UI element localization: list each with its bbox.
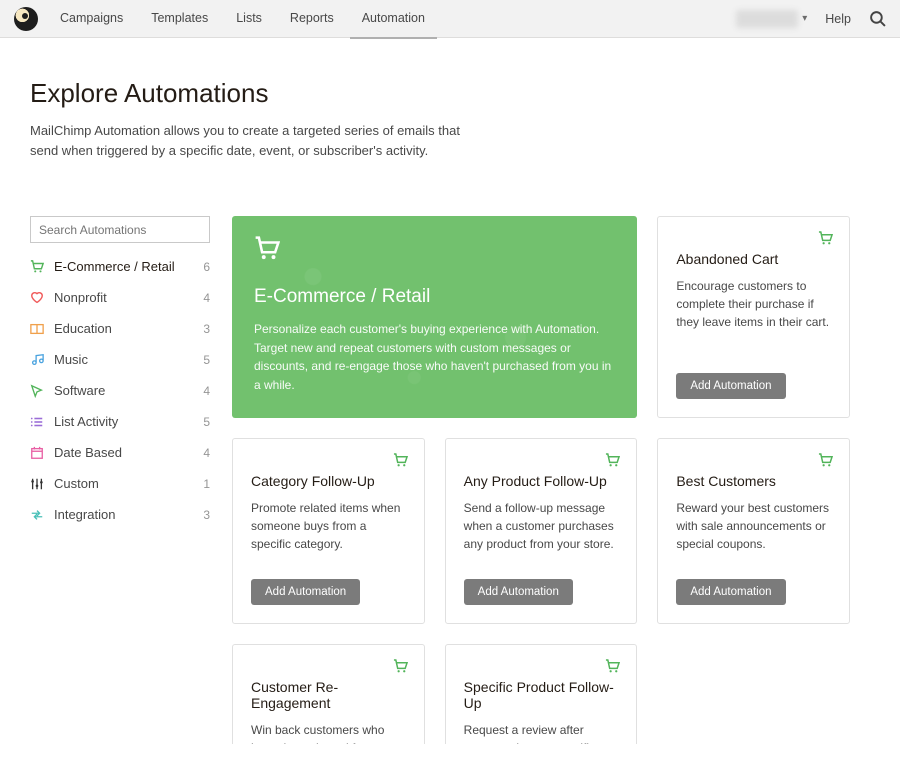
hero-title: E-Commerce / Retail xyxy=(254,286,615,308)
book-icon xyxy=(30,322,44,336)
category-count: 4 xyxy=(203,446,210,460)
category-sliders[interactable]: Custom 1 xyxy=(30,468,210,499)
cart-icon xyxy=(30,260,44,274)
add-automation-button[interactable]: Add Automation xyxy=(676,579,785,605)
cart-icon xyxy=(605,453,620,468)
card-title: Any Product Follow-Up xyxy=(464,473,619,489)
category-cart[interactable]: E-Commerce / Retail 6 xyxy=(30,251,210,282)
category-book[interactable]: Education 3 xyxy=(30,313,210,344)
card-title: Best Customers xyxy=(676,473,831,489)
nav-lists[interactable]: Lists xyxy=(224,0,274,39)
card-desc: Request a review after someone buys a sp… xyxy=(464,721,619,744)
category-label: List Activity xyxy=(54,414,203,429)
automation-card: Category Follow-Up Promote related items… xyxy=(232,438,425,624)
cursor-icon xyxy=(30,384,44,398)
music-icon xyxy=(30,353,44,367)
card-desc: Send a follow-up message when a customer… xyxy=(464,499,619,565)
category-arrows[interactable]: Integration 3 xyxy=(30,499,210,530)
sidebar: E-Commerce / Retail 6 Nonprofit 4 Educat… xyxy=(30,216,210,530)
calendar-icon xyxy=(30,446,44,460)
search-icon[interactable] xyxy=(869,10,886,27)
cart-icon xyxy=(393,659,408,674)
mailchimp-logo[interactable] xyxy=(14,7,38,31)
account-menu[interactable] xyxy=(736,10,798,28)
chevron-down-icon[interactable]: ▾ xyxy=(802,13,807,24)
hero-desc: Personalize each customer's buying exper… xyxy=(254,320,615,394)
page-subtitle: MailChimp Automation allows you to creat… xyxy=(30,121,460,160)
top-header: Campaigns Templates Lists Reports Automa… xyxy=(0,0,900,38)
nav-campaigns[interactable]: Campaigns xyxy=(48,0,135,39)
category-label: Music xyxy=(54,352,203,367)
nav-automation[interactable]: Automation xyxy=(350,0,437,39)
category-label: E-Commerce / Retail xyxy=(54,259,203,274)
category-calendar[interactable]: Date Based 4 xyxy=(30,437,210,468)
category-label: Education xyxy=(54,321,203,336)
automation-card: Customer Re-Engagement Win back customer… xyxy=(232,644,425,744)
category-label: Software xyxy=(54,383,203,398)
card-desc: Promote related items when someone buys … xyxy=(251,499,406,565)
automation-card: Any Product Follow-Up Send a follow-up m… xyxy=(445,438,638,624)
category-cursor[interactable]: Software 4 xyxy=(30,375,210,406)
cart-icon xyxy=(605,659,620,674)
category-count: 4 xyxy=(203,291,210,305)
list-icon xyxy=(30,415,44,429)
help-link[interactable]: Help xyxy=(825,12,851,26)
arrows-icon xyxy=(30,508,44,522)
category-label: Custom xyxy=(54,476,203,491)
category-count: 3 xyxy=(203,322,210,336)
card-desc: Win back customers who haven't purchased… xyxy=(251,721,406,744)
cart-icon xyxy=(818,453,833,468)
nav-templates[interactable]: Templates xyxy=(139,0,220,39)
page-title: Explore Automations xyxy=(30,78,850,109)
cart-icon xyxy=(254,236,280,262)
category-label: Date Based xyxy=(54,445,203,460)
main-nav: Campaigns Templates Lists Reports Automa… xyxy=(48,0,437,39)
automation-card: Abandoned Cart Encourage customers to co… xyxy=(657,216,850,418)
cart-icon xyxy=(818,231,833,246)
category-heart[interactable]: Nonprofit 4 xyxy=(30,282,210,313)
category-list[interactable]: List Activity 5 xyxy=(30,406,210,437)
search-input[interactable] xyxy=(30,216,210,243)
cart-icon xyxy=(393,453,408,468)
category-count: 5 xyxy=(203,415,210,429)
add-automation-button[interactable]: Add Automation xyxy=(464,579,573,605)
category-count: 5 xyxy=(203,353,210,367)
add-automation-button[interactable]: Add Automation xyxy=(676,373,785,399)
heart-icon xyxy=(30,291,44,305)
card-title: Abandoned Cart xyxy=(676,251,831,267)
category-label: Nonprofit xyxy=(54,290,203,305)
category-hero: E-Commerce / Retail Personalize each cus… xyxy=(232,216,637,418)
category-music[interactable]: Music 5 xyxy=(30,344,210,375)
card-title: Specific Product Follow-Up xyxy=(464,679,619,711)
automation-card: Specific Product Follow-Up Request a rev… xyxy=(445,644,638,744)
card-desc: Encourage customers to complete their pu… xyxy=(676,277,831,359)
card-title: Category Follow-Up xyxy=(251,473,406,489)
category-count: 3 xyxy=(203,508,210,522)
sliders-icon xyxy=(30,477,44,491)
add-automation-button[interactable]: Add Automation xyxy=(251,579,360,605)
nav-reports[interactable]: Reports xyxy=(278,0,346,39)
category-count: 6 xyxy=(203,260,210,274)
card-desc: Reward your best customers with sale ann… xyxy=(676,499,831,565)
category-count: 4 xyxy=(203,384,210,398)
automation-card: Best Customers Reward your best customer… xyxy=(657,438,850,624)
card-title: Customer Re-Engagement xyxy=(251,679,406,711)
category-label: Integration xyxy=(54,507,203,522)
category-count: 1 xyxy=(203,477,210,491)
